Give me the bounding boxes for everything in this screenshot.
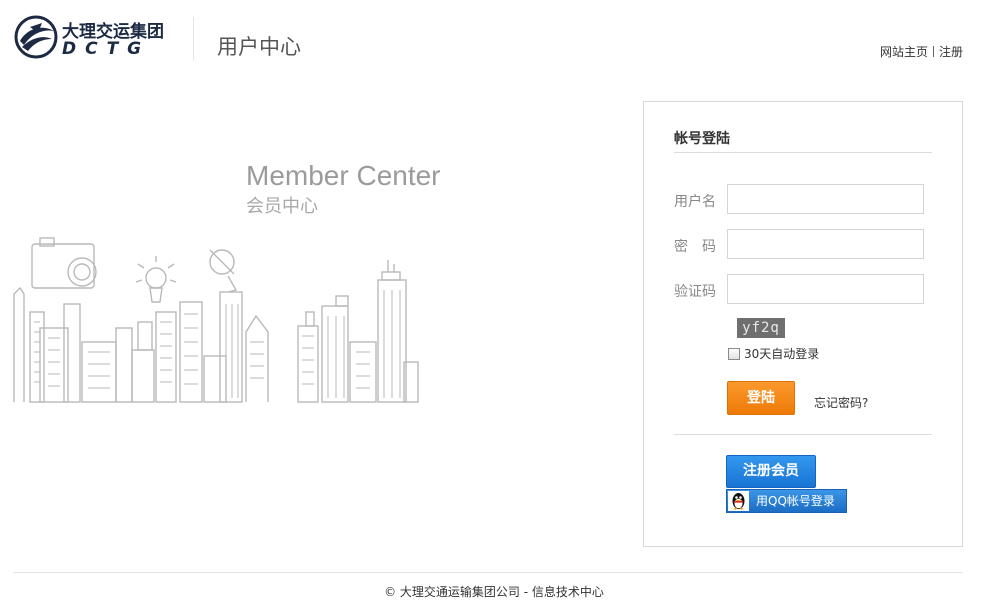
footer-divider: [13, 572, 963, 573]
panel-divider: [674, 152, 932, 153]
link-separator: [932, 46, 934, 57]
footer-text: © 大理交通运输集团公司 - 信息技术中心: [384, 585, 604, 599]
hero-title-chinese: 会员中心: [246, 196, 318, 217]
username-label: 用户名: [674, 194, 716, 210]
panel-divider: [674, 434, 932, 435]
register-link[interactable]: 注册: [939, 45, 963, 59]
remember-me[interactable]: 30天自动登录: [728, 345, 819, 362]
captcha-input[interactable]: [727, 274, 924, 304]
dctg-logo[interactable]: 大理交运集团 DCTG: [14, 15, 170, 61]
login-panel-title: 帐号登陆: [674, 131, 730, 147]
dctg-logo-icon: [14, 15, 58, 59]
qq-login-label: 用QQ帐号登录: [756, 494, 835, 508]
qq-login-button[interactable]: 用QQ帐号登录: [726, 489, 847, 513]
captcha-image[interactable]: yf2q: [737, 318, 785, 338]
header-divider: [193, 17, 194, 61]
login-button[interactable]: 登陆: [727, 381, 795, 415]
top-links: 网站主页 注册: [880, 43, 963, 60]
checkbox-icon[interactable]: [728, 348, 740, 360]
captcha-label: 验证码: [674, 284, 716, 300]
hero-title-english: Member Center: [246, 160, 441, 191]
logo-english-text: DCTG: [62, 39, 151, 59]
cityscape-illustration: [13, 237, 419, 403]
qq-penguin-icon: [728, 491, 749, 511]
page-title: 用户中心: [217, 35, 301, 59]
home-link[interactable]: 网站主页: [880, 45, 928, 59]
username-input[interactable]: [727, 184, 924, 214]
remember-me-label: 30天自动登录: [744, 347, 820, 361]
password-input[interactable]: [727, 229, 924, 259]
forgot-password-link[interactable]: 忘记密码?: [814, 394, 868, 411]
login-panel: 帐号登陆 用户名 密 码 验证码 yf2q 30天自动登录 登陆 忘记密码? 注…: [643, 101, 963, 547]
register-button[interactable]: 注册会员: [726, 455, 816, 488]
password-label: 密 码: [674, 239, 716, 255]
